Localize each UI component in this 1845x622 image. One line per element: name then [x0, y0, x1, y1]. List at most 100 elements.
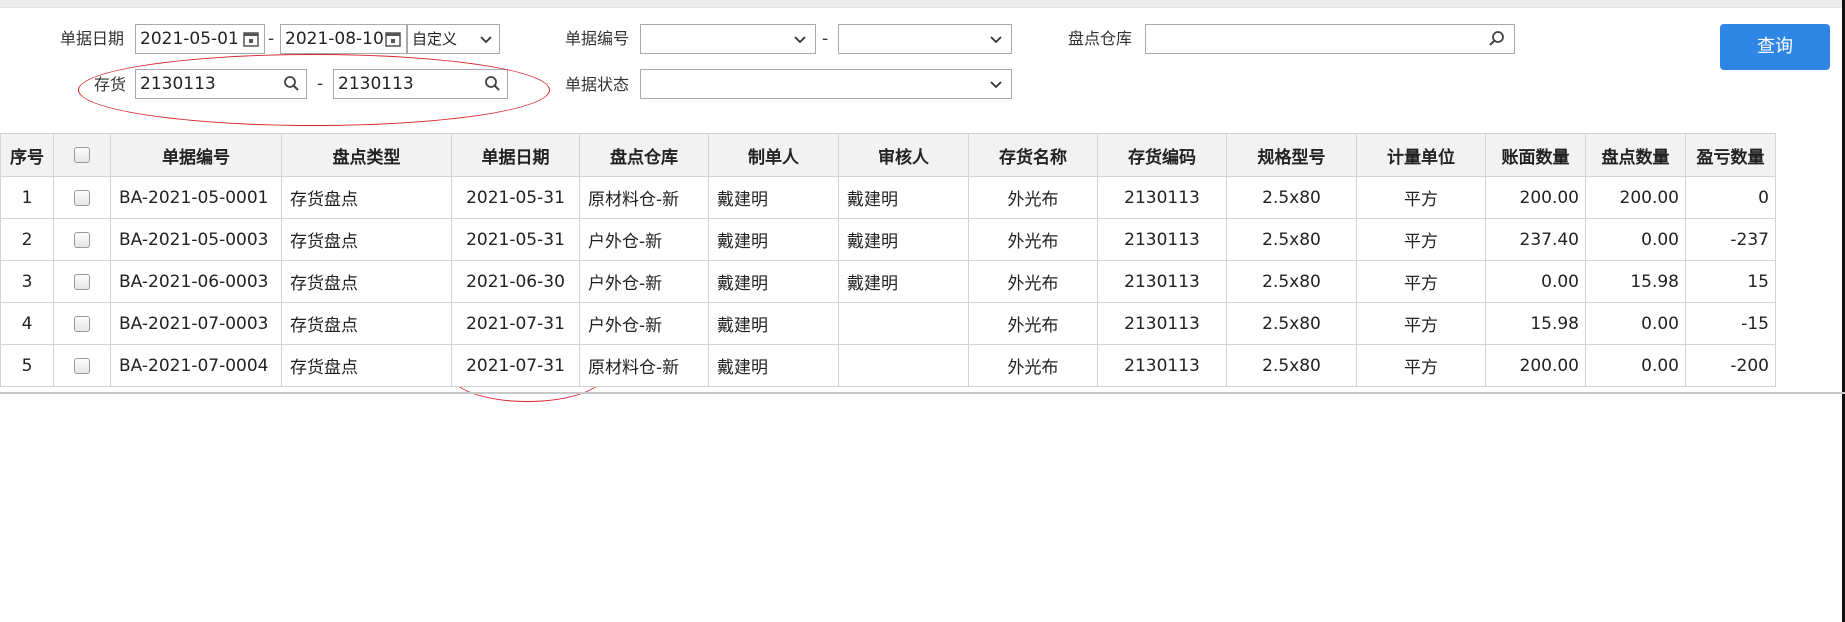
- doc-no-to-select[interactable]: [838, 24, 1012, 54]
- cell-seq: 3: [0, 260, 54, 303]
- cell-auditor: 戴建明: [838, 218, 969, 261]
- cell-seq: 5: [0, 344, 54, 387]
- row-checkbox[interactable]: [74, 315, 90, 332]
- header-doc-no[interactable]: 单据编号: [110, 133, 282, 177]
- cell-count-qty: 0.00: [1585, 218, 1686, 261]
- cell-creator: 戴建明: [708, 302, 839, 345]
- date-from-field[interactable]: 2021-05-01: [135, 24, 265, 54]
- date-range-type-select[interactable]: 自定义: [407, 24, 500, 54]
- cell-doc-no[interactable]: BA-2021-05-0001: [110, 176, 282, 219]
- cell-item-code: 2130113: [1097, 344, 1227, 387]
- cell-warehouse: 户外仓-新: [579, 260, 709, 303]
- inventory-to-value: 2130113: [338, 74, 414, 94]
- warehouse-label: 盘点仓库: [1068, 29, 1133, 48]
- inventory-range-dash: -: [317, 74, 324, 94]
- cell-item-name: 外光布: [968, 176, 1098, 219]
- cell-count-qty: 200.00: [1585, 176, 1686, 219]
- cell-type: 存货盘点: [281, 302, 452, 345]
- status-select[interactable]: [640, 69, 1012, 99]
- cell-type: 存货盘点: [281, 218, 452, 261]
- chevron-down-icon: [990, 81, 1002, 89]
- cell-book-qty: 237.40: [1485, 218, 1586, 261]
- cell-book-qty: 200.00: [1485, 176, 1586, 219]
- cell-type: 存货盘点: [281, 176, 452, 219]
- row-checkbox[interactable]: [74, 357, 90, 374]
- query-button[interactable]: 查询: [1720, 24, 1830, 70]
- table-row[interactable]: 2 BA-2021-05-0003 存货盘点 2021-05-31 户外仓-新 …: [0, 218, 1776, 261]
- cell-seq: 2: [0, 218, 54, 261]
- header-count-qty[interactable]: 盘点数量: [1585, 133, 1686, 177]
- cell-spec: 2.5x80: [1226, 302, 1357, 345]
- cell-doc-no[interactable]: BA-2021-05-0003: [110, 218, 282, 261]
- cell-date: 2021-05-31: [451, 218, 580, 261]
- header-item-name[interactable]: 存货名称: [968, 133, 1098, 177]
- cell-warehouse: 户外仓-新: [579, 218, 709, 261]
- header-auditor[interactable]: 审核人: [838, 133, 969, 177]
- header-diff-qty[interactable]: 盈亏数量: [1685, 133, 1776, 177]
- document-table: 序号 单据编号 盘点类型 单据日期 盘点仓库 制单人 审核人 存货名称 存货编码…: [0, 133, 1776, 387]
- date-from-value: 2021-05-01: [140, 29, 239, 49]
- warehouse-field[interactable]: [1145, 24, 1515, 54]
- header-select-all[interactable]: [53, 133, 111, 177]
- header-unit[interactable]: 计量单位: [1356, 133, 1486, 177]
- table-row[interactable]: 4 BA-2021-07-0003 存货盘点 2021-07-31 户外仓-新 …: [0, 302, 1776, 345]
- cell-select[interactable]: [53, 218, 111, 261]
- header-book-qty[interactable]: 账面数量: [1485, 133, 1586, 177]
- cell-diff-qty: -15: [1685, 302, 1776, 345]
- header-item-code[interactable]: 存货编码: [1097, 133, 1227, 177]
- date-range-type-value: 自定义: [412, 30, 458, 48]
- search-icon[interactable]: [483, 75, 501, 93]
- table-header-row: 序号 单据编号 盘点类型 单据日期 盘点仓库 制单人 审核人 存货名称 存货编码…: [0, 133, 1776, 177]
- table-bottom-border: [0, 392, 1845, 394]
- calendar-icon[interactable]: [242, 30, 260, 48]
- cell-count-qty: 15.98: [1585, 260, 1686, 303]
- search-icon[interactable]: [1488, 30, 1506, 48]
- doc-no-range-dash: -: [822, 29, 829, 49]
- cell-item-code: 2130113: [1097, 302, 1227, 345]
- doc-no-from-select[interactable]: [640, 24, 816, 54]
- cell-doc-no[interactable]: BA-2021-07-0003: [110, 302, 282, 345]
- status-label: 单据状态: [565, 75, 630, 94]
- table-row[interactable]: 1 BA-2021-05-0001 存货盘点 2021-05-31 原材料仓-新…: [0, 176, 1776, 219]
- select-all-checkbox[interactable]: [74, 147, 90, 163]
- cell-select[interactable]: [53, 176, 111, 219]
- cell-book-qty: 15.98: [1485, 302, 1586, 345]
- header-spec[interactable]: 规格型号: [1226, 133, 1357, 177]
- cell-select[interactable]: [53, 344, 111, 387]
- cell-diff-qty: 15: [1685, 260, 1776, 303]
- cell-warehouse: 原材料仓-新: [579, 176, 709, 219]
- calendar-icon[interactable]: [384, 30, 402, 48]
- row-checkbox[interactable]: [74, 189, 90, 206]
- row-checkbox[interactable]: [74, 231, 90, 248]
- cell-book-qty: 200.00: [1485, 344, 1586, 387]
- cell-spec: 2.5x80: [1226, 260, 1357, 303]
- inventory-from-field[interactable]: 2130113: [135, 69, 307, 99]
- cell-spec: 2.5x80: [1226, 344, 1357, 387]
- chevron-down-icon: [990, 36, 1002, 44]
- header-creator[interactable]: 制单人: [708, 133, 839, 177]
- cell-select[interactable]: [53, 302, 111, 345]
- cell-unit: 平方: [1356, 344, 1486, 387]
- cell-book-qty: 0.00: [1485, 260, 1586, 303]
- header-warehouse[interactable]: 盘点仓库: [579, 133, 709, 177]
- search-icon[interactable]: [282, 75, 300, 93]
- table-row[interactable]: 5 BA-2021-07-0004 存货盘点 2021-07-31 原材料仓-新…: [0, 344, 1776, 387]
- row-checkbox[interactable]: [74, 273, 90, 290]
- header-type[interactable]: 盘点类型: [281, 133, 452, 177]
- cell-doc-no[interactable]: BA-2021-07-0004: [110, 344, 282, 387]
- cell-doc-no[interactable]: BA-2021-06-0003: [110, 260, 282, 303]
- inventory-to-field[interactable]: 2130113: [333, 69, 508, 99]
- doc-no-label: 单据编号: [565, 29, 630, 48]
- date-to-field[interactable]: 2021-08-10: [280, 24, 407, 54]
- cell-item-name: 外光布: [968, 302, 1098, 345]
- date-range-dash: -: [268, 29, 275, 49]
- cell-item-code: 2130113: [1097, 260, 1227, 303]
- header-date[interactable]: 单据日期: [451, 133, 580, 177]
- table-row[interactable]: 3 BA-2021-06-0003 存货盘点 2021-06-30 户外仓-新 …: [0, 260, 1776, 303]
- date-label: 单据日期: [60, 29, 125, 48]
- cell-select[interactable]: [53, 260, 111, 303]
- cell-date: 2021-07-31: [451, 302, 580, 345]
- inventory-from-value: 2130113: [140, 74, 216, 94]
- cell-spec: 2.5x80: [1226, 176, 1357, 219]
- top-border: [0, 0, 1845, 8]
